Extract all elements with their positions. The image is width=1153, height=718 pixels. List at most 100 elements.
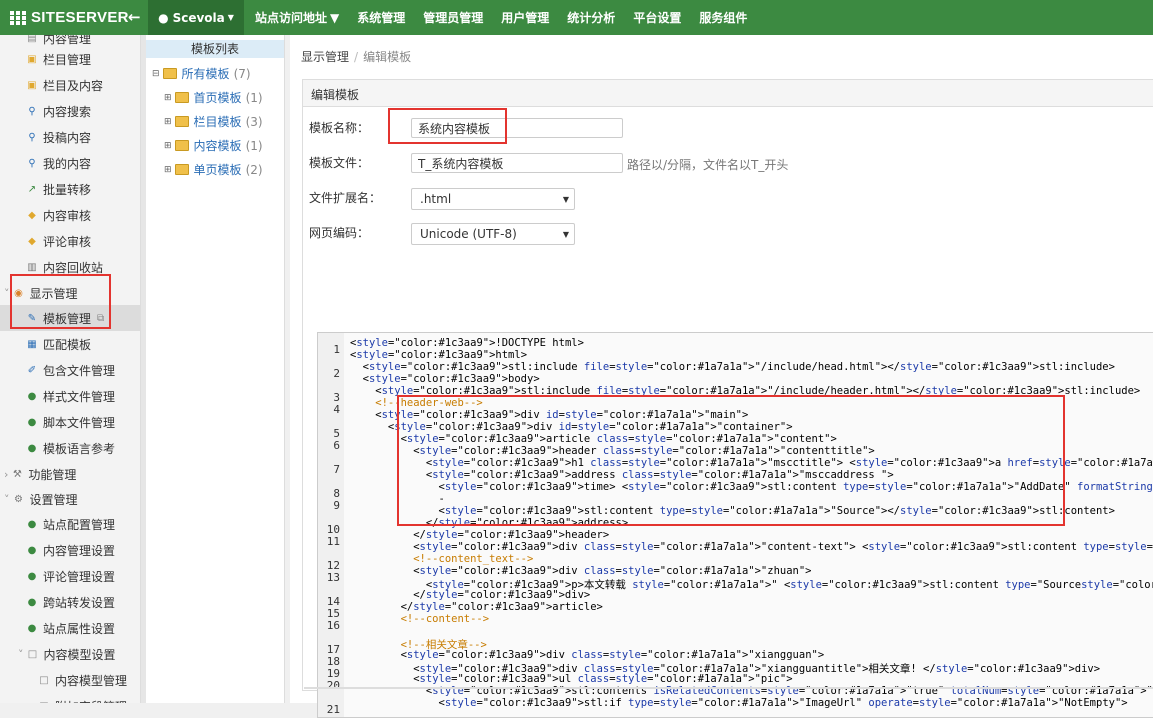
collapse-arrow-icon[interactable]: ← [128, 8, 141, 26]
caret-down-icon: ▼ [227, 13, 234, 22]
folder-icon: ▣ [27, 79, 37, 91]
highlight-box-template-name [388, 108, 507, 144]
sidebar-item[interactable]: ● 站点配置管理 [0, 511, 140, 537]
line-number: 1 [333, 343, 340, 356]
line-number: 4 [333, 403, 340, 416]
sidebar-item[interactable]: ● 模板语言参考 [0, 435, 140, 461]
sidebar-item-label: 内容模型管理 [55, 673, 128, 688]
sidebar-item[interactable]: ˅ □ 内容模型设置 [0, 641, 140, 667]
line-number: 20 [326, 679, 340, 692]
tree-node[interactable]: ⊞ 栏目模板 (3) [164, 113, 263, 130]
sidebar-item[interactable]: ● 内容管理设置 [0, 537, 140, 563]
tree-node-count: (1) [245, 138, 263, 153]
folder-icon [162, 68, 177, 79]
top-nav-label: 统计分析 [567, 11, 616, 25]
template-file-input[interactable] [411, 153, 623, 173]
top-nav-label: 服务组件 [699, 11, 748, 25]
sidebar-item[interactable]: □附加字段管理 [0, 693, 140, 704]
top-nav-item[interactable]: 系统管理 [357, 9, 405, 26]
expand-icon[interactable]: ⊞ [164, 93, 172, 103]
top-nav-item[interactable]: 统计分析 [567, 9, 615, 26]
tree-node-label[interactable]: 栏目模板 [194, 113, 242, 130]
code-gutter: 1 2 3 4 5 6 7 8 9 10 11 12 13 14 15 16 17 18 19 20 21 [318, 333, 344, 717]
code-line: </style="color:#1c3aa9">header> [350, 529, 610, 541]
tree-node-count: (3) [245, 114, 263, 129]
tree-node-label[interactable]: 单页模板 [194, 161, 242, 178]
tree-root-label[interactable]: 所有模板 [182, 65, 230, 82]
expand-icon[interactable]: ˅ [4, 287, 10, 300]
brand-logo[interactable]: SITESERVER [10, 0, 129, 35]
top-nav: 站点访问地址 ▼ 系统管理 管理员管理 用户管理 统计分析 平台设置 服务组件 [246, 0, 756, 35]
collapse-icon[interactable]: ⊟ [152, 69, 160, 79]
sidebar-item[interactable]: ● 脚本文件管理 [0, 409, 140, 435]
top-nav-label: 平台设置 [633, 11, 682, 25]
dot-icon: ● [27, 596, 37, 608]
sidebar: ▤ 内容管理 ▣ 栏目管理 ▣ 栏目及内容 ⚲ 内容搜索 ⚲ 投稿内容 ⚲ 我的内容 ↗ 批量转移 ◆ 内容审… [0, 35, 141, 703]
folder-icon [174, 140, 189, 151]
panel-title: 编辑模板 [311, 88, 360, 102]
code-line: </style="color:#1c3aa9">div> [350, 589, 591, 601]
tree-node-label[interactable]: 内容模板 [194, 137, 242, 154]
doc-icon: □ [39, 674, 49, 686]
code-line: <style="color:#1c3aa9">html> [350, 349, 528, 361]
sidebar-item-label: 脚本文件管理 [43, 415, 116, 430]
sidebar-item[interactable]: ↗ 批量转移 [0, 176, 140, 202]
sidebar-item[interactable]: ▦ 匹配模板 [0, 331, 140, 357]
top-nav-item[interactable]: 站点访问地址 ▼ [255, 9, 339, 26]
sidebar-item[interactable]: ⚲ 内容搜索 [0, 98, 140, 124]
editor-horizontal-scrollbar[interactable] [304, 687, 1153, 689]
sidebar-item[interactable]: ● 站点属性设置 [0, 615, 140, 641]
tree-node-label[interactable]: 首页模板 [194, 89, 242, 106]
sidebar-item[interactable]: ⚲ 我的内容 [0, 150, 140, 176]
highlight-box-code [397, 395, 1065, 526]
sidebar-item-label: 匹配模板 [43, 337, 92, 352]
tree-node[interactable]: ⊞ 内容模板 (1) [164, 137, 263, 154]
expand-icon[interactable]: ⊞ [164, 165, 172, 175]
sidebar-item[interactable]: ● 评论管理设置 [0, 563, 140, 589]
file-icon: ▤ [27, 35, 37, 44]
sidebar-item[interactable]: › ⚒ 功能管理 [0, 461, 140, 487]
sidebar-item[interactable]: ▣ 栏目及内容 [0, 72, 140, 98]
sidebar-item[interactable]: ● 跨站转发设置 [0, 589, 140, 615]
site-switcher-button[interactable]: ● Scevola ▼ [148, 0, 244, 35]
dot-icon: ● [27, 518, 37, 530]
top-nav-item[interactable]: 用户管理 [501, 9, 549, 26]
sidebar-item[interactable]: ⚲ 投稿内容 [0, 124, 140, 150]
sidebar-item[interactable]: ✐ 包含文件管理 [0, 357, 140, 383]
sidebar-item[interactable]: ● 样式文件管理 [0, 383, 140, 409]
top-nav-item[interactable]: 平台设置 [633, 9, 681, 26]
line-number: 13 [326, 571, 340, 584]
sidebar-item[interactable]: ◆ 评论审核 [0, 228, 140, 254]
charset-value: Unicode (UTF-8) [420, 227, 517, 241]
tree-node[interactable]: ⊞ 单页模板 (2) [164, 161, 263, 178]
file-extension-select[interactable]: .html ▼ [411, 188, 575, 210]
move-icon: ↗ [27, 183, 37, 195]
template-tree-header: 模板列表 [146, 40, 284, 58]
folder-icon [174, 116, 189, 127]
dot-icon: ● [27, 442, 37, 454]
code-line: <style="color:#1c3aa9">stl:include file=… [350, 361, 1115, 373]
top-nav-label: 系统管理 [357, 11, 406, 25]
template-tree-pane: 模板列表 ⊟ 所有模板 (7) ⊞ 首页模板 (1) ⊞ 栏目模板 (3) ⊞ 内容模板 (1)… [146, 35, 285, 703]
sidebar-item-label: 设置管理 [29, 492, 78, 507]
expand-icon[interactable]: ⊞ [164, 117, 172, 127]
line-number: 16 [326, 619, 340, 632]
expand-icon[interactable]: ˅ [18, 648, 24, 661]
charset-select[interactable]: Unicode (UTF-8) ▼ [411, 223, 575, 245]
sidebar-item[interactable]: □ 内容模型管理 [0, 667, 140, 693]
expand-icon[interactable]: ⊞ [164, 141, 172, 151]
dot-icon: ● [27, 570, 37, 582]
tree-root-all-templates[interactable]: ⊟ 所有模板 (7) [152, 65, 251, 82]
expand-icon[interactable]: › [4, 468, 8, 481]
top-nav-label: 站点访问地址 [255, 11, 328, 25]
sidebar-item[interactable]: ˅ ⚙ 设置管理 [0, 486, 140, 512]
tree-node[interactable]: ⊞ 首页模板 (1) [164, 89, 263, 106]
breadcrumb-parent[interactable]: 显示管理 [301, 50, 349, 64]
top-nav-item[interactable]: 服务组件 [699, 9, 747, 26]
expand-icon[interactable]: ˅ [4, 493, 10, 506]
sidebar-item[interactable]: ▣ 栏目管理 [0, 46, 140, 72]
top-nav-item[interactable]: 管理员管理 [423, 9, 483, 26]
sidebar-item-label: 站点配置管理 [43, 517, 116, 532]
sidebar-item-label: 内容管理 [43, 35, 92, 46]
sidebar-item[interactable]: ◆ 内容审核 [0, 202, 140, 228]
